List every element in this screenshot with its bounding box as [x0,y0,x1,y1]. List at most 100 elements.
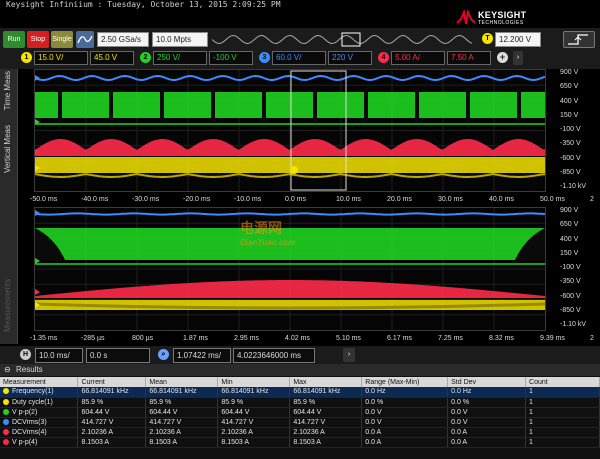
main-waveform-display[interactable] [34,69,546,192]
channel-color-dot [3,408,9,415]
measurement-value: 0.0 A [361,437,449,448]
overview-waveform-icon [212,32,472,47]
scroll-right-icon[interactable]: › [513,51,523,65]
results-column-header[interactable]: Measurement [0,377,79,387]
keysight-logo: KEYSIGHT TECHNOLOGIES [456,10,536,30]
main-time-label: 40.0 ms [489,196,514,203]
channel-4-offset[interactable]: 7.50 A [447,51,491,65]
measurements-tab[interactable]: Measurements [3,279,12,332]
stop-button[interactable]: Stop [27,31,49,48]
zoom-position-field[interactable]: 4.0223646000 ms [233,348,315,363]
measurement-name: Duty cycle(1) [0,397,79,408]
measurement-value: 1 [525,417,600,428]
results-row[interactable]: Duty cycle(1) 85.9 % 85.9 % 85.9 % 85.9 % 0.0… [0,397,600,408]
vertical-meas-tab[interactable]: Vertical Meas [3,125,12,173]
watermark-main: 电源网 [240,220,282,236]
channel-color-dot [3,428,9,435]
results-column-header[interactable]: Range (Max-Min) [361,377,449,387]
autoscale-icon[interactable] [76,31,94,48]
measurement-value: 8.1503 A [145,437,219,448]
horizontal-badge: H [20,349,31,360]
results-collapse-icon[interactable]: ⊖ [4,365,11,374]
main-time-label: -10.0 ms [234,196,262,203]
measurement-value: 0.0 V [447,417,527,428]
main-time-label: 20.0 ms [387,196,412,203]
horizontal-delay-field[interactable]: 0.0 s [86,348,150,363]
zoom-time-label: -1.35 ms [30,335,58,342]
results-header-row: Measurement Current Mean Min Max Range (Max-M… [0,377,600,387]
zoom-scale-field[interactable]: 1.07422 ms/ [173,348,231,363]
measurement-value: 2.10236 A [145,427,219,438]
main-scale-channel: 2 [590,196,594,203]
results-row[interactable]: DCVrms(4) 2.10236 A 2.10236 A 2.10236 A 2.10… [0,427,600,438]
zoom-scale-label: 150 V [560,249,579,257]
channel-settings-row: 1 15.0 V/ 45.0 V 2 250 V/ -100 V 3 60.0 … [0,50,600,69]
channel-3-badge[interactable]: 3 [259,52,270,63]
channel-2-badge[interactable]: 2 [140,52,151,63]
trigger-badge: T [482,33,493,44]
zoom-scale-label: 900 V [560,207,579,214]
main-time-label: 0.0 ms [285,196,307,203]
channel-color-dot [3,398,9,405]
add-channel-icon[interactable]: + [497,52,508,63]
run-button[interactable]: Run [3,31,25,48]
side-panel: Time Meas Vertical Meas Measurements [0,69,18,344]
measurement-value: 85.9 % [289,397,363,408]
main-scale-label: 650 V [560,83,579,91]
measurement-value: 414.727 V [217,417,291,428]
acquisition-toolbar: Run Stop Single 2.50 GSa/s 10.0 Mpts T 1… [0,28,600,50]
zoom-icon[interactable]: ⌕ [158,349,169,360]
main-scale-label: -600 V [560,154,581,162]
channel-color-dot [3,438,9,445]
time-meas-tab[interactable]: Time Meas [3,71,12,110]
horizontal-scale-field[interactable]: 10.0 ms/ [35,348,83,363]
results-column-header[interactable]: Current [77,377,147,387]
main-scale-label: -1.10 kV [560,183,587,190]
channel-1-scale[interactable]: 15.0 V/ [34,51,88,65]
sample-rate-field[interactable]: 2.50 GSa/s [97,32,149,47]
main-time-label: 10.0 ms [336,196,361,203]
measurement-value: 2.10236 A [217,427,291,438]
measurement-value: 1 [525,387,600,398]
results-title: Results [16,365,43,374]
zoom-time-label: 6.17 ms [387,335,412,342]
main-time-label: 50.0 ms [540,196,565,203]
zoom-scale-label: -350 V [560,278,581,286]
channel-2-offset[interactable]: -100 V [209,51,253,65]
measurement-value: 0.0 V [361,407,449,418]
results-body: Frequency(1) 66.814091 kHz 66.814091 kHz 66… [0,387,600,448]
horizontal-scroll-icon[interactable]: › [343,348,355,362]
zoom-time-label: 7.25 ms [438,335,463,342]
zoom-scale-label: -1.10 kV [560,321,587,328]
results-column-header[interactable]: Max [289,377,363,387]
zoom-scale-label: 650 V [560,221,579,229]
measurement-value: 0.0 V [447,407,527,418]
memory-depth-field[interactable]: 10.0 Mpts [152,32,208,47]
results-column-header[interactable]: Count [525,377,600,387]
results-column-header[interactable]: Min [217,377,291,387]
channel-4-badge[interactable]: 4 [378,52,389,63]
measurement-value: 66.814091 kHz [77,387,147,398]
main-scale-label: -100 V [560,126,581,133]
measurement-value: 414.727 V [145,417,219,428]
measurement-value: 0.0 A [361,427,449,438]
results-row[interactable]: V p-p(2) 604.44 V 604.44 V 604.44 V 604.44 V… [0,407,600,418]
results-row[interactable]: DCVrms(3) 414.727 V 414.727 V 414.727 V 414.… [0,417,600,428]
trigger-edge-icon[interactable] [563,31,595,48]
channel-3-offset[interactable]: 220 V [328,51,372,65]
channel-3-scale[interactable]: 60.0 V/ [272,51,326,65]
results-row[interactable]: V p-p(4) 8.1503 A 8.1503 A 8.1503 A 8.1503 A… [0,437,600,448]
zoom-time-label: 1.87 ms [183,335,208,342]
channel-1-badge[interactable]: 1 [21,52,32,63]
zoom-scale-label: -100 V [560,264,581,271]
single-button[interactable]: Single [51,31,73,48]
results-column-header[interactable]: Std Dev [447,377,527,387]
trigger-level-field[interactable]: 12.200 V [495,32,541,47]
channel-2-scale[interactable]: 250 V/ [153,51,207,65]
channel-1-offset[interactable]: 45.0 V [90,51,134,65]
measurement-value: 0.0 A [447,427,527,438]
channel-4-scale[interactable]: 5.00 A/ [391,51,445,65]
trigger-marker [290,166,298,174]
results-column-header[interactable]: Mean [145,377,219,387]
results-row[interactable]: Frequency(1) 66.814091 kHz 66.814091 kHz 66… [0,387,600,398]
